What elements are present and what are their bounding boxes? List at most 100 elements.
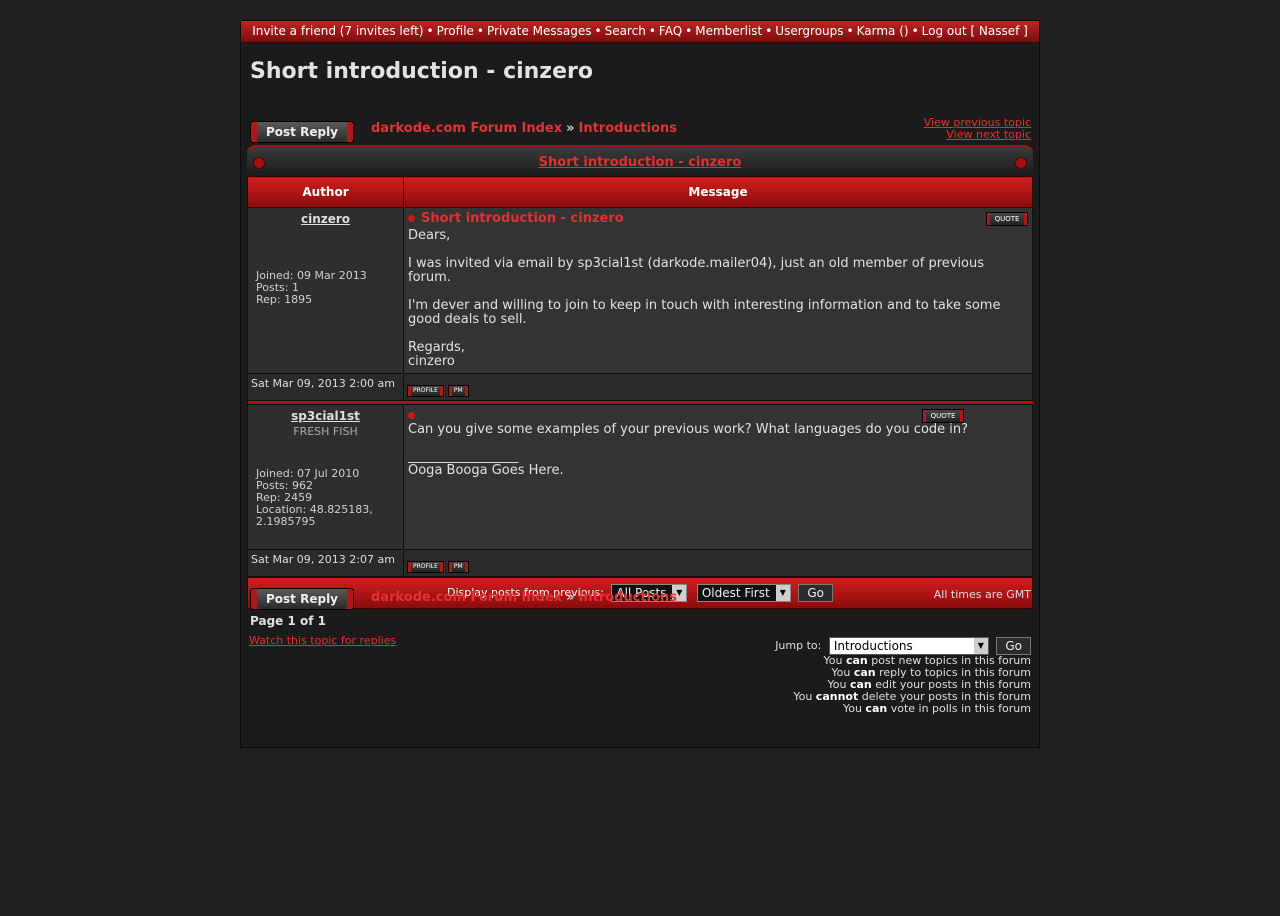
quote-button[interactable]: QUOTE [986, 212, 1028, 226]
author-location: Location: 48.825183, 2.1985795 [256, 503, 373, 528]
breadcrumb-separator: » [566, 121, 575, 136]
pm-button[interactable]: PM [447, 561, 469, 573]
author-name[interactable]: sp3cial1st [256, 409, 395, 423]
nav-separator: • [426, 24, 434, 38]
breadcrumb-introductions[interactable]: Introductions [579, 121, 678, 136]
topic-header-title[interactable]: Short introduction - cinzero [539, 155, 742, 170]
top-navigation: Invite a friend (7 invites left) • Profile… [241, 21, 1039, 43]
perm-text: You [793, 690, 816, 703]
display-go-button[interactable]: Go [798, 584, 833, 602]
author-name[interactable]: cinzero [256, 212, 395, 226]
sort-order-value: Oldest First [701, 586, 770, 600]
post-footer-row: Sat Mar 09, 2013 2:07 am PROFILE PM [247, 549, 1033, 577]
perm-text: You [842, 702, 866, 715]
breadcrumb-separator: » [566, 590, 575, 605]
table-header-row: Author Message [247, 176, 1033, 208]
author-info: Joined: 07 Jul 2010 Posts: 962 Rep: 2459… [256, 468, 395, 528]
post-body: Can you give some examples of your previ… [408, 423, 1028, 478]
quote-button[interactable]: QUOTE [922, 409, 964, 423]
nav-invite[interactable]: Invite a friend (7 invites left) [252, 24, 423, 38]
post-subject: Short introduction - cinzero [408, 212, 1028, 226]
nav-profile[interactable]: Profile [437, 24, 474, 38]
post-line [408, 285, 1028, 299]
post-subject-text: Short introduction - cinzero [421, 211, 624, 226]
post-date: Sat Mar 09, 2013 2:07 am [247, 549, 404, 577]
posts-panel: Short introduction - cinzero Author Mess… [247, 145, 1033, 609]
posts-table: Author Message cinzero Joined: 09 Mar 20… [247, 176, 1033, 577]
breadcrumb: darkode.com Forum Index » Introductions [371, 121, 677, 136]
post-date: Sat Mar 09, 2013 2:00 am [247, 373, 404, 401]
jump-to-value: Introductions [833, 639, 913, 653]
post-line: Dears, [408, 228, 451, 243]
nav-usergroups[interactable]: Usergroups [775, 24, 843, 38]
post-line: cinzero [408, 354, 455, 369]
topic-header-bar: Short introduction - cinzero [247, 145, 1033, 176]
post-line [408, 243, 1028, 257]
bullet-icon [253, 157, 265, 169]
breadcrumb-forum-index[interactable]: darkode.com Forum Index [371, 590, 562, 605]
author-info: Joined: 09 Mar 2013 Posts: 1 Rep: 1895 [256, 270, 395, 306]
dropdown-arrow-icon: ▼ [775, 585, 790, 601]
post-buttons: PROFILE PM [403, 373, 1033, 401]
post-reply-button[interactable]: Post Reply [250, 121, 354, 143]
post-bullet-icon [408, 412, 415, 419]
page-title: Short introduction - cinzero [250, 59, 593, 84]
profile-button[interactable]: PROFILE [407, 561, 444, 573]
nav-separator: • [476, 24, 484, 38]
nav-separator: • [846, 24, 854, 38]
view-next-topic-link[interactable]: View next topic [924, 129, 1031, 141]
post-row: cinzero Joined: 09 Mar 2013 Posts: 1 Rep… [247, 207, 1033, 374]
perm-flag: can [865, 702, 888, 715]
page-container: Invite a friend (7 invites left) • Profile… [240, 20, 1040, 748]
breadcrumb-forum-index[interactable]: darkode.com Forum Index [371, 121, 562, 136]
page-indicator: Page 1 of 1 [250, 614, 326, 628]
post-line: I was invited via email by sp3cial1st (d… [408, 256, 985, 285]
nav-separator: • [685, 24, 693, 38]
post-line: I'm dever and willing to join to keep in… [408, 298, 1001, 327]
post-message-cell: QUOTE Can you give some examples of your… [403, 404, 1033, 550]
post-line: Can you give some examples of your previ… [408, 422, 969, 437]
nav-separator: • [765, 24, 773, 38]
nav-memberlist[interactable]: Memberlist [695, 24, 762, 38]
timezone-note: All times are GMT [933, 588, 1031, 601]
nav-separator: • [594, 24, 602, 38]
post-footer-row: Sat Mar 09, 2013 2:00 am PROFILE PM [247, 373, 1033, 401]
breadcrumb-bottom: darkode.com Forum Index » Introductions [371, 590, 677, 605]
sort-order-select[interactable]: Oldest First ▼ [696, 584, 791, 602]
topic-navigation: View previous topic View next topic [924, 117, 1031, 141]
post-message-cell: QUOTE Short introduction - cinzero Dears… [403, 207, 1033, 374]
post-row: sp3cial1st FRESH FISH Joined: 07 Jul 201… [247, 404, 1033, 550]
post-author-cell: sp3cial1st FRESH FISH Joined: 07 Jul 201… [247, 404, 404, 550]
author-rep: Rep: 1895 [256, 293, 313, 306]
jump-to: Jump to: Introductions ▼ Go [775, 637, 1031, 655]
post-author-cell: cinzero Joined: 09 Mar 2013 Posts: 1 Rep… [247, 207, 404, 374]
signature: Ooga Booga Goes Here. [408, 463, 564, 478]
dropdown-arrow-icon: ▼ [973, 638, 988, 654]
jump-label: Jump to: [775, 639, 822, 652]
nav-karma[interactable]: Karma () [857, 24, 909, 38]
nav-logout[interactable]: Log out [ Nassef ] [922, 24, 1028, 38]
bullet-icon [1015, 157, 1027, 169]
jump-go-button[interactable]: Go [996, 637, 1031, 655]
post-bullet-icon [408, 215, 415, 222]
nav-private-messages[interactable]: Private Messages [487, 24, 592, 38]
column-header-message: Message [403, 176, 1033, 208]
author-rank: FRESH FISH [293, 425, 358, 438]
nav-faq[interactable]: FAQ [659, 24, 682, 38]
nav-separator: • [648, 24, 656, 38]
signature-rule: _________________ [408, 449, 519, 464]
column-header-author: Author [247, 176, 404, 208]
profile-button[interactable]: PROFILE [407, 385, 444, 397]
post-line [408, 327, 1028, 341]
post-reply-button-bottom[interactable]: Post Reply [250, 588, 354, 610]
jump-to-select[interactable]: Introductions ▼ [828, 637, 989, 655]
post-body: Dears, I was invited via email by sp3cia… [408, 229, 1028, 369]
breadcrumb-introductions[interactable]: Introductions [579, 590, 678, 605]
nav-search[interactable]: Search [605, 24, 646, 38]
watch-topic-link[interactable]: Watch this topic for replies [249, 634, 396, 647]
perm-text: vote in polls in this forum [887, 702, 1031, 715]
permission-line: You can vote in polls in this forum [793, 703, 1031, 715]
nav-separator: • [911, 24, 919, 38]
pm-button[interactable]: PM [447, 385, 469, 397]
post-buttons: PROFILE PM [403, 549, 1033, 577]
